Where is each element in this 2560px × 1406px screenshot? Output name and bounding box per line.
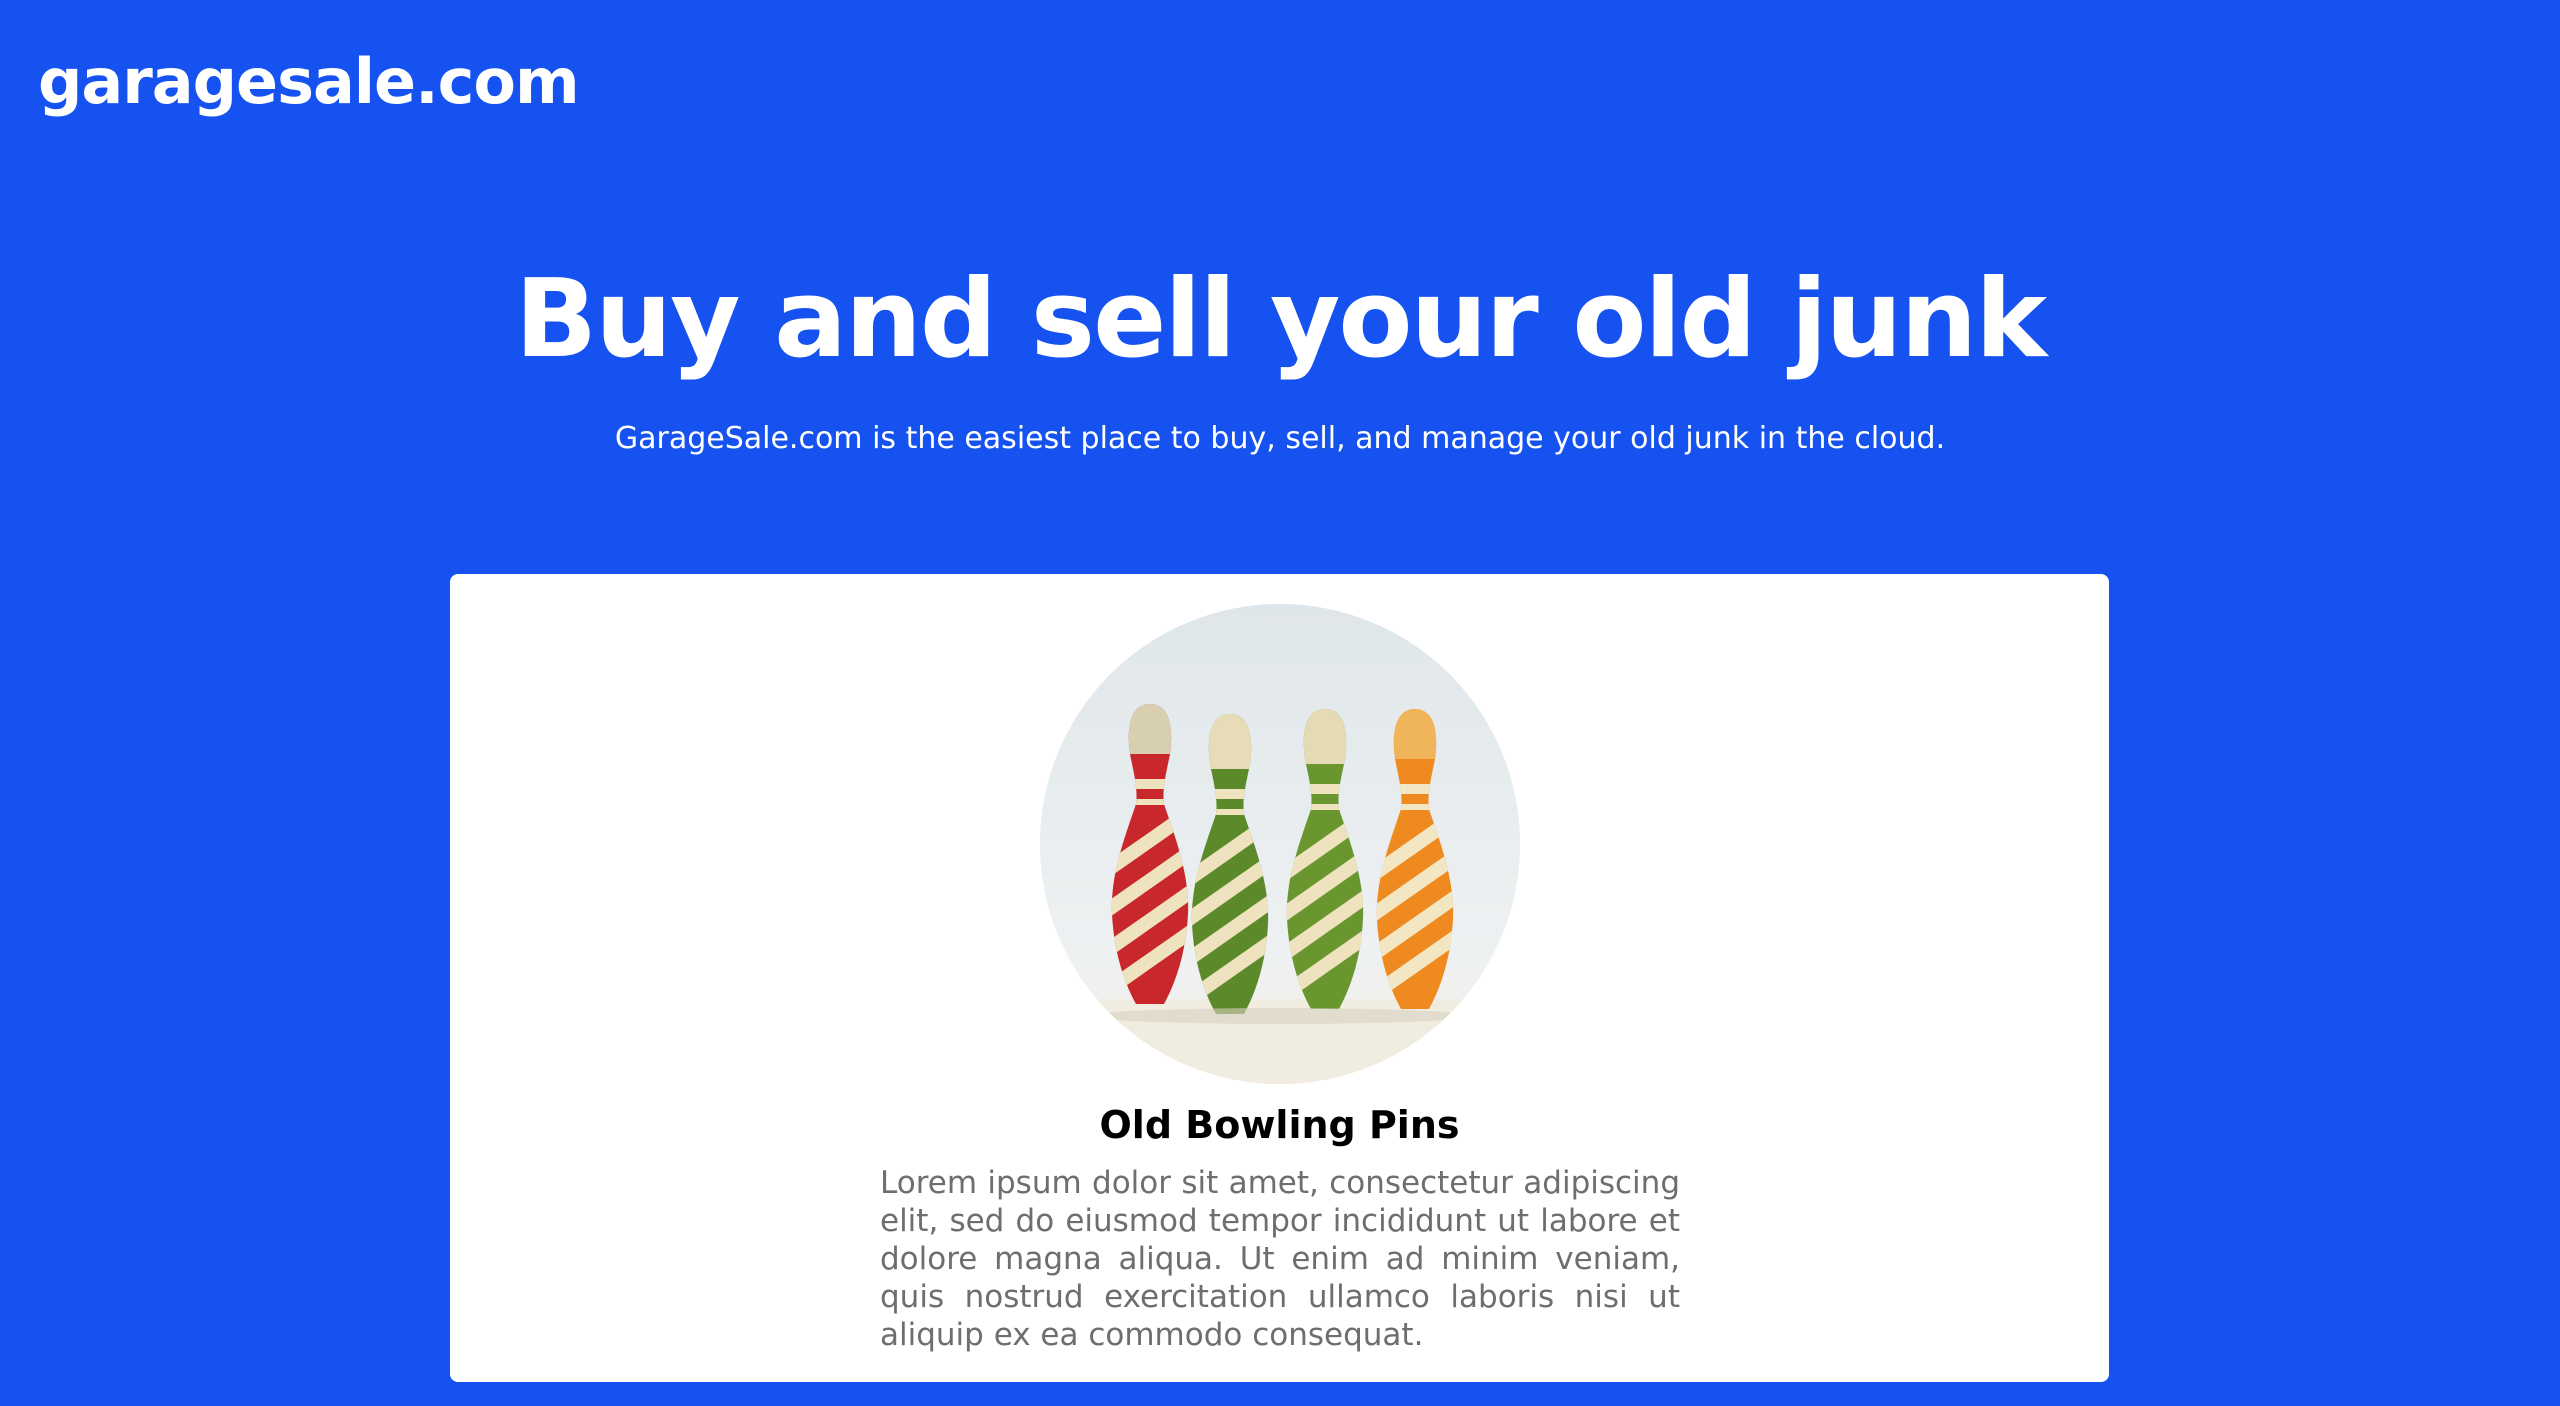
product-card[interactable]: Old Bowling Pins Lorem ipsum dolor sit a… [450, 574, 2109, 1382]
product-description: Lorem ipsum dolor sit amet, consectetur … [880, 1165, 1680, 1353]
site-logo[interactable]: garagesale.com [38, 42, 580, 122]
hero-subtitle: GarageSale.com is the easiest place to b… [614, 421, 1946, 456]
bowling-pins-illustration [1040, 604, 1520, 1084]
product-name[interactable]: Old Bowling Pins [450, 1102, 2109, 1148]
product-image[interactable] [1040, 604, 1520, 1084]
hero-section: Buy and sell your old junk GarageSale.co… [0, 255, 2560, 459]
hero-title: Buy and sell your old junk [514, 257, 2047, 382]
